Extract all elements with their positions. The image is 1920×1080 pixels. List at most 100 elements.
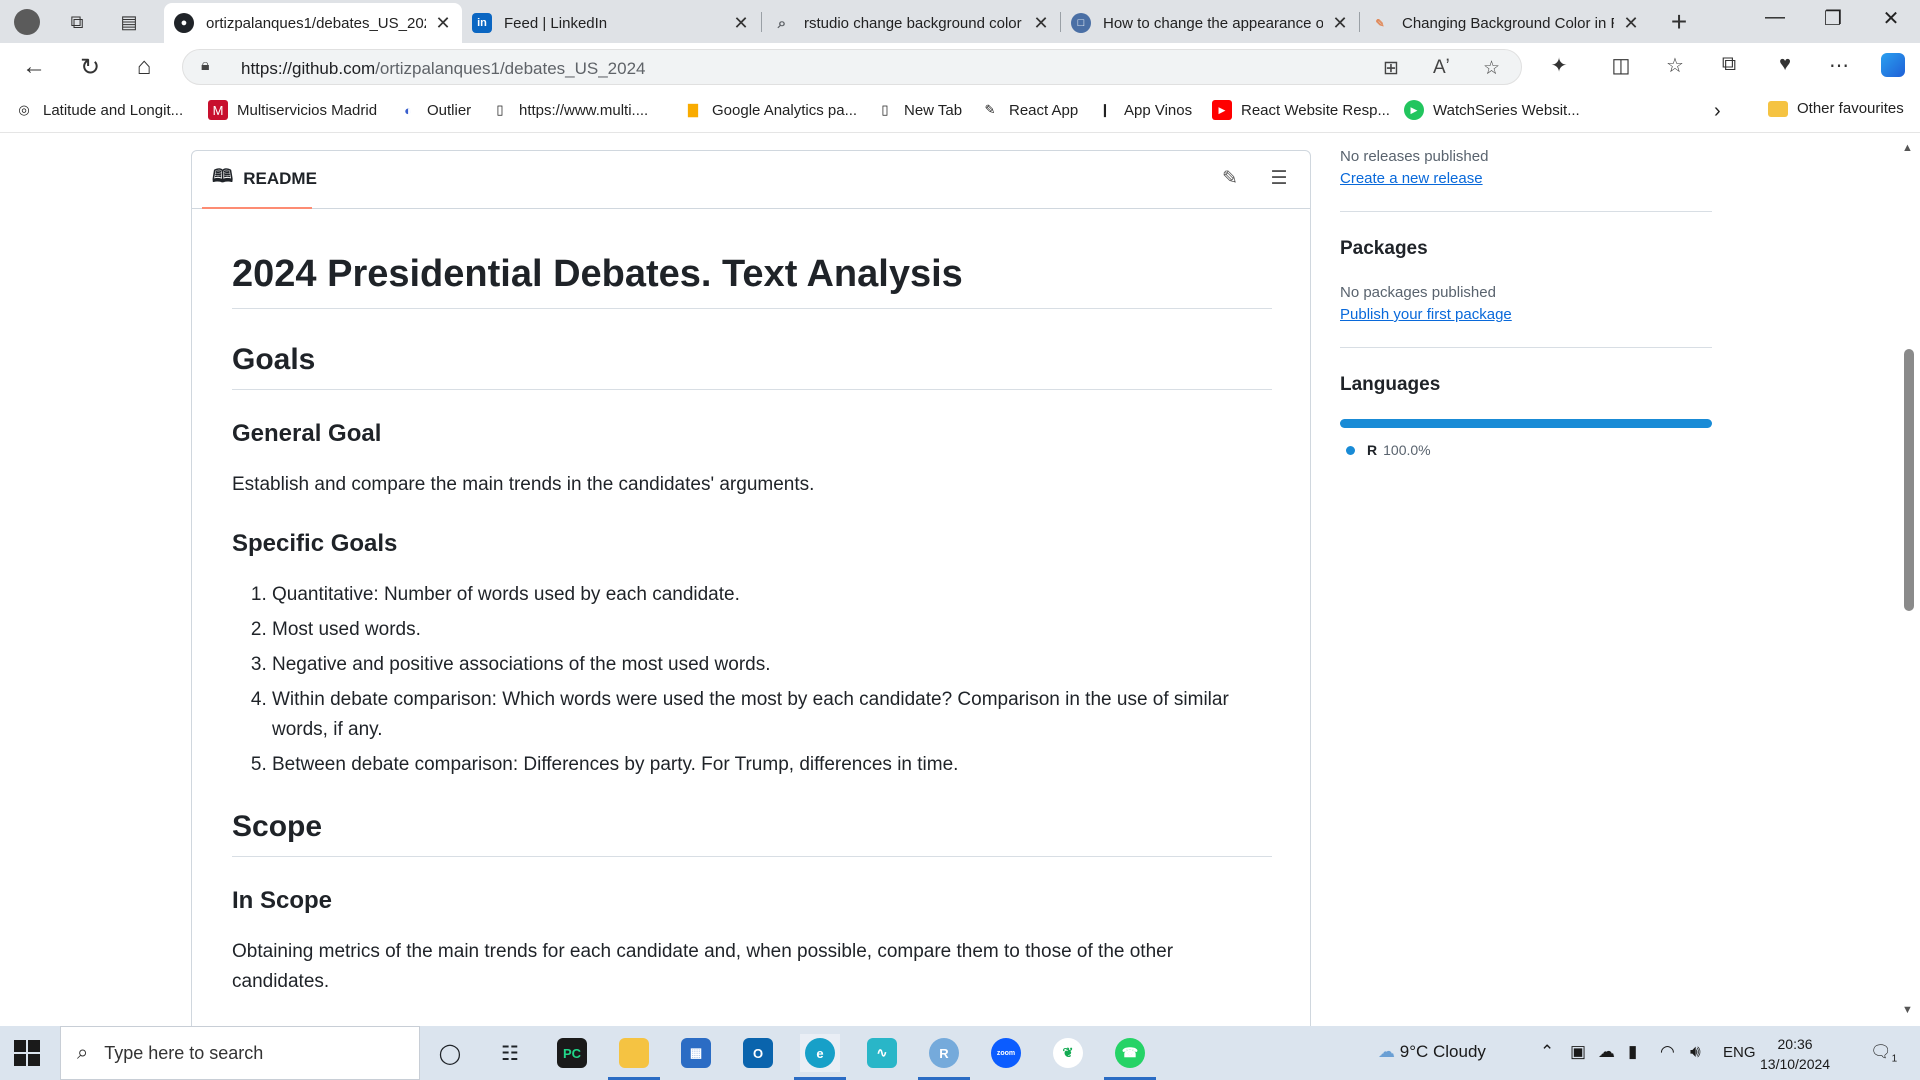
favourite-new-tab[interactable]: ▯ New Tab (875, 100, 962, 120)
tab-linkedin[interactable]: in Feed | LinkedIn ✕ (462, 3, 760, 43)
refresh-button[interactable]: ↻ (74, 51, 106, 83)
edit-pencil-icon[interactable]: ✎ (1216, 167, 1244, 195)
create-release-link[interactable]: Create a new release (1340, 170, 1483, 187)
tab-title: rstudio change background color (804, 14, 1022, 32)
heading-in-scope: In Scope (232, 887, 333, 914)
languages-heading: Languages (1340, 374, 1441, 395)
close-icon[interactable]: ✕ (1622, 13, 1640, 34)
other-favourites[interactable]: Other favourites (1768, 100, 1904, 117)
restore-button[interactable]: ❐ (1810, 6, 1856, 31)
list-item: Negative and positive associations of th… (272, 650, 1272, 680)
home-button[interactable]: ⌂ (128, 51, 160, 83)
folder-icon (1768, 100, 1788, 117)
whatsapp-icon[interactable]: ☎ (1104, 1034, 1156, 1080)
rstudio-icon[interactable]: R (918, 1034, 970, 1080)
profile-avatar-icon[interactable] (14, 9, 40, 35)
windows-taskbar: ⌕ Type here to search ◯ ☷ PC ▦ O e ∿ R z… (0, 1026, 1920, 1080)
onedrive-icon[interactable]: ☁ (1598, 1042, 1615, 1062)
favourite-watchseries[interactable]: ▶ WatchSeries Websit... (1404, 100, 1580, 120)
close-icon[interactable]: ✕ (1331, 13, 1349, 34)
packages-empty-text: No packages published (1340, 284, 1496, 301)
weather-widget[interactable]: ☁ 9°C Cloudy (1378, 1042, 1486, 1062)
read-aloud-icon[interactable]: Aʼ (1433, 57, 1450, 79)
scrollbar-thumb[interactable] (1904, 349, 1914, 611)
edge-browser-icon[interactable]: e (794, 1034, 846, 1080)
in-scope-text: Obtaining metrics of the main trends for… (232, 941, 1174, 992)
pycharm-icon[interactable]: PC (552, 1034, 592, 1072)
notifications-icon[interactable]: 🗨︎1 (1870, 1042, 1897, 1064)
battery-icon[interactable]: ▮ (1628, 1042, 1637, 1062)
lock-icon[interactable]: 🔒︎ (201, 57, 210, 75)
favourite-react-app[interactable]: ✎ React App (980, 100, 1079, 120)
copilot-icon[interactable] (1878, 53, 1908, 81)
tab-github[interactable]: ● ortizpalanques1/debates_US_2024 ✕ (164, 3, 462, 43)
tab-appearance[interactable]: □ How to change the appearance of ✕ (1061, 3, 1359, 43)
list-item: Most used words. (272, 615, 1272, 645)
app-available-icon[interactable]: ⊞ (1383, 57, 1399, 80)
favourite-app-vinos[interactable]: ❙ App Vinos (1095, 100, 1193, 120)
extensions-icon[interactable]: ✦ (1544, 53, 1574, 81)
language-item-r[interactable]: R 100.0% (1346, 442, 1431, 458)
new-tab-button[interactable]: + (1664, 6, 1694, 38)
favourite-google-analytics[interactable]: ▇ Google Analytics pa... (683, 100, 857, 120)
heading-goals: Goals (232, 343, 1272, 390)
zoom-icon[interactable]: zoom (986, 1034, 1026, 1072)
collections-icon[interactable]: ⧉ (1714, 53, 1744, 81)
favourite-latitude[interactable]: ◎ Latitude and Longit... (14, 100, 183, 120)
task-view-icon[interactable]: ☷ (490, 1034, 530, 1072)
volume-icon[interactable]: 🔊︎ (1690, 1042, 1701, 1062)
outline-list-icon[interactable]: ☰ (1265, 167, 1293, 195)
divider (1340, 347, 1712, 348)
taskbar-search-box[interactable]: ⌕ Type here to search (60, 1026, 420, 1080)
tab-title: ortizpalanques1/debates_US_2024 (206, 14, 426, 32)
window-close-button[interactable]: ✕ (1868, 6, 1914, 31)
wifi-icon[interactable]: ◠ (1660, 1042, 1675, 1062)
close-icon[interactable]: ✕ (434, 13, 452, 34)
more-menu-icon[interactable]: ⋯ (1824, 53, 1854, 81)
favourite-multi-url[interactable]: ▯ https://www.multi.... (490, 100, 648, 120)
bottle-icon: ❙ (1099, 102, 1111, 117)
microsoft-store-icon[interactable]: ▦ (676, 1034, 716, 1072)
heading-scope: Scope (232, 810, 1272, 857)
minimize-button[interactable]: — (1752, 6, 1798, 29)
input-language[interactable]: ENG (1723, 1044, 1756, 1061)
workspaces-icon[interactable]: ⧉ (64, 9, 90, 35)
tab-title: How to change the appearance of (1103, 14, 1323, 32)
meet-now-icon[interactable]: ▣ (1570, 1042, 1586, 1062)
tab-title: Feed | LinkedIn (504, 14, 608, 32)
favorites-icon[interactable]: ☆ (1660, 53, 1690, 81)
readme-header: 🕮︎ README ✎ ☰ (192, 151, 1310, 209)
close-icon[interactable]: ✕ (732, 13, 750, 34)
mongodb-icon[interactable]: ❦ (1048, 1034, 1088, 1072)
close-icon[interactable]: ✕ (1032, 13, 1050, 34)
favorite-star-icon[interactable]: ☆ (1483, 57, 1500, 80)
publish-package-link[interactable]: Publish your first package (1340, 306, 1512, 323)
vertical-tabs-icon[interactable]: ▤ (116, 9, 142, 35)
favourite-react-website[interactable]: ▶ React Website Resp... (1212, 100, 1390, 120)
packages-heading: Packages (1340, 238, 1428, 259)
tab-search[interactable]: ⌕ rstudio change background color ✕ (762, 3, 1060, 43)
scroll-up-arrow-icon[interactable]: ▲ (1902, 142, 1913, 154)
activity-app-icon[interactable]: ∿ (862, 1034, 902, 1072)
clock[interactable]: 20:36 13/10/2024 (1760, 1034, 1830, 1074)
url-text[interactable]: https://github.com/ortizpalanques1/debat… (241, 59, 646, 79)
browser-essentials-icon[interactable]: ♥ (1770, 53, 1800, 81)
back-button[interactable]: ← (18, 51, 50, 83)
split-screen-icon[interactable]: ◫ (1606, 53, 1636, 81)
heading-general-goal: General Goal (232, 420, 382, 447)
file-explorer-icon[interactable] (608, 1034, 660, 1080)
favourite-multiservicios[interactable]: M Multiservicios Madrid (208, 100, 377, 120)
outlier-icon: ◐ (404, 102, 412, 118)
windows-start-icon[interactable] (14, 1040, 40, 1066)
readme-tab[interactable]: 🕮︎ README (202, 151, 317, 209)
favourite-outlier[interactable]: ◐ Outlier (398, 100, 471, 120)
cortana-icon[interactable]: ◯ (430, 1034, 470, 1072)
vertical-scrollbar[interactable]: ▲ ▼ (1898, 134, 1920, 1026)
favourites-bar: ◎ Latitude and Longit... M Multiservicios … (0, 91, 1920, 133)
favourites-overflow-chevron-icon[interactable]: › (1714, 100, 1721, 123)
show-hidden-icons-chevron-icon[interactable]: ⌃ (1540, 1042, 1554, 1062)
tab-background-color[interactable]: ✎ Changing Background Color in R ✕ (1360, 3, 1650, 43)
scroll-down-arrow-icon[interactable]: ▼ (1902, 1004, 1913, 1016)
address-bar[interactable]: 🔒︎ https://github.com/ortizpalanques1/de… (182, 49, 1522, 85)
outlook-icon[interactable]: O (738, 1034, 778, 1072)
